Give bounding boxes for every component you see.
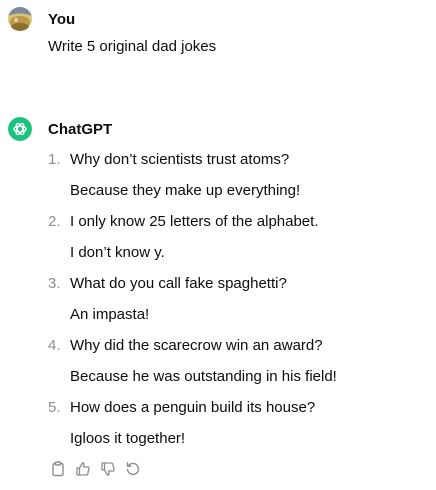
thumbs-up-icon bbox=[76, 462, 90, 476]
user-message: You Write 5 original dad jokes bbox=[8, 7, 436, 58]
user-author-row: You bbox=[8, 7, 436, 31]
regenerate-button[interactable] bbox=[124, 460, 142, 478]
joke-question: Why did the scarecrow win an award? bbox=[70, 337, 323, 354]
thumbs-down-icon bbox=[101, 462, 115, 476]
user-message-text: Write 5 original dad jokes bbox=[48, 38, 217, 55]
assistant-message: ChatGPT 1. Why don’t scientists trust at… bbox=[8, 117, 436, 478]
joke-answer: An impasta! bbox=[70, 306, 150, 323]
joke-list: 1. Why don’t scientists trust atoms? Bec… bbox=[8, 144, 436, 454]
clipboard-icon bbox=[52, 461, 64, 477]
message-actions bbox=[49, 460, 436, 478]
joke-question: Why don’t scientists trust atoms? bbox=[70, 151, 290, 168]
chatgpt-logo-icon bbox=[8, 117, 32, 141]
good-response-button[interactable] bbox=[74, 460, 92, 478]
user-author-name: You bbox=[48, 10, 76, 28]
chatgpt-avatar bbox=[8, 117, 32, 141]
bad-response-button[interactable] bbox=[99, 460, 117, 478]
joke-question: I only know 25 letters of the alphabet. bbox=[70, 213, 319, 230]
list-item: 3. What do you call fake spaghetti? An i… bbox=[8, 268, 436, 330]
list-item: 4. Why did the scarecrow win an award? B… bbox=[8, 330, 436, 392]
joke-answer: I don’t know y. bbox=[70, 244, 165, 261]
user-avatar bbox=[8, 7, 32, 31]
joke-answer: Igloos it together! bbox=[70, 430, 186, 447]
assistant-author-row: ChatGPT bbox=[8, 117, 436, 141]
joke-question: How does a penguin build its house? bbox=[70, 399, 316, 416]
joke-answer: Because he was outstanding in his field! bbox=[70, 368, 337, 385]
assistant-author-name: ChatGPT bbox=[48, 120, 113, 138]
list-item: 2. I only know 25 letters of the alphabe… bbox=[8, 206, 436, 268]
regenerate-icon bbox=[126, 462, 140, 476]
copy-button[interactable] bbox=[49, 460, 67, 478]
joke-question: What do you call fake spaghetti? bbox=[70, 275, 287, 292]
list-number: 2. bbox=[48, 213, 61, 230]
list-number: 3. bbox=[48, 275, 61, 292]
list-item: 1. Why don’t scientists trust atoms? Bec… bbox=[8, 144, 436, 206]
list-number: 5. bbox=[48, 399, 61, 416]
joke-answer: Because they make up everything! bbox=[70, 182, 301, 199]
list-number: 1. bbox=[48, 151, 61, 168]
list-item: 5. How does a penguin build its house? I… bbox=[8, 392, 436, 454]
list-number: 4. bbox=[48, 337, 61, 354]
